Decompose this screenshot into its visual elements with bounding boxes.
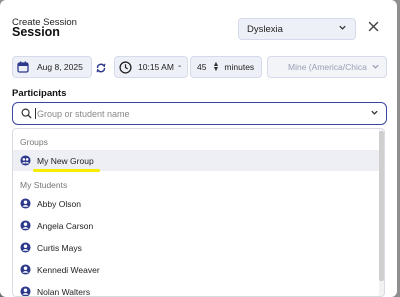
student-option[interactable]: Abby Olson xyxy=(13,193,381,214)
text-cursor xyxy=(35,108,36,119)
chevron-down-icon xyxy=(338,23,347,35)
group-option-label: My New Group xyxy=(37,155,94,166)
students-header: My Students xyxy=(20,180,68,190)
user-icon xyxy=(20,286,31,296)
date-value: Aug 8, 2025 xyxy=(37,62,83,72)
student-option-label: Angela Carson xyxy=(37,220,94,231)
highlight-underline xyxy=(33,169,100,172)
timezone-value: Mine (America/Chica xyxy=(288,62,367,72)
groups-header: Groups xyxy=(20,137,48,147)
subject-select[interactable]: Dyslexia xyxy=(238,18,356,40)
student-option-label: Abby Olson xyxy=(37,198,81,209)
stepper-arrows-icon[interactable]: ▲ ▼ xyxy=(212,61,219,73)
time-separator: - xyxy=(178,61,182,72)
dropdown-scrollbar[interactable] xyxy=(379,129,384,296)
time-value: 10:15 AM xyxy=(138,62,174,72)
duration-value: 45 xyxy=(197,62,207,72)
scrollbar-thumb[interactable] xyxy=(379,131,384,281)
participant-search-input[interactable]: Group or student name xyxy=(12,102,387,125)
sync-icon[interactable] xyxy=(95,61,107,73)
group-option[interactable]: My New Group xyxy=(13,150,381,171)
chevron-down-icon[interactable] xyxy=(370,108,379,119)
chevron-down-icon xyxy=(371,62,380,73)
modal-title: Session xyxy=(12,25,60,39)
student-option-label: Curtis Mays xyxy=(37,242,82,253)
user-icon xyxy=(20,264,31,275)
time-picker[interactable]: 10:15 AM xyxy=(114,56,188,78)
create-session-modal: Create Session Session Dyslexia Aug 8, 2… xyxy=(0,0,397,297)
duration-unit: minutes xyxy=(224,62,255,72)
user-icon xyxy=(20,242,31,253)
student-option[interactable]: Curtis Mays xyxy=(13,237,381,258)
student-option[interactable]: Kennedi Weaver xyxy=(13,259,381,280)
student-option-label: Nolan Walters xyxy=(37,286,91,297)
close-icon[interactable] xyxy=(366,21,380,35)
calendar-icon xyxy=(17,61,29,73)
date-picker[interactable]: Aug 8, 2025 xyxy=(12,56,92,78)
duration-stepper[interactable]: 45 ▲ ▼ minutes xyxy=(190,56,262,78)
user-icon xyxy=(20,198,31,209)
student-option-label: Kennedi Weaver xyxy=(37,264,100,275)
student-option[interactable]: Nolan Walters xyxy=(13,281,381,297)
subject-select-value: Dyslexia xyxy=(247,23,283,35)
search-placeholder: Group or student name xyxy=(37,108,130,119)
search-icon xyxy=(21,108,32,119)
user-icon xyxy=(20,220,31,231)
timezone-select[interactable]: Mine (America/Chica xyxy=(267,56,387,78)
participants-label: Participants xyxy=(12,88,67,99)
participant-dropdown: Groups My New Group My Students Abby Ols… xyxy=(12,128,385,297)
student-option[interactable]: Angela Carson xyxy=(13,215,381,236)
group-icon xyxy=(20,155,31,166)
clock-icon xyxy=(119,60,132,74)
